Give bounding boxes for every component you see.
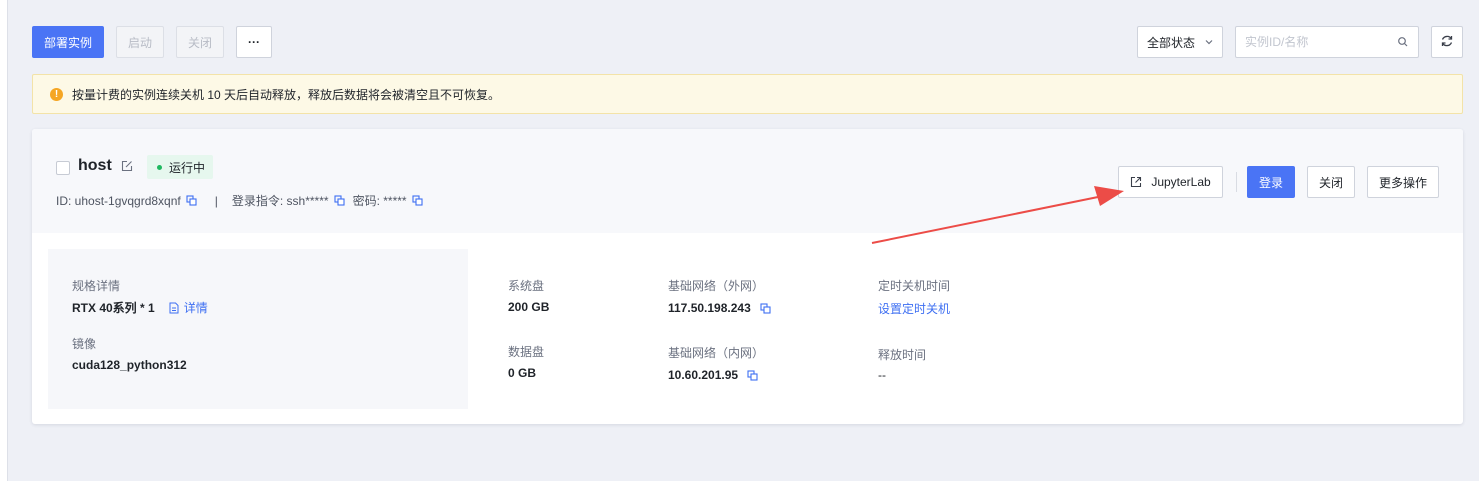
copy-icon[interactable] [186, 195, 197, 206]
external-link-icon [1131, 176, 1142, 188]
toolbar: 部署实例 启动 关闭 ··· 全部状态 [32, 26, 1463, 58]
scheduled-shutdown-label: 定时关机时间 [878, 279, 951, 293]
spec-label: 规格详情 [72, 279, 121, 293]
public-ip-text: 117.50.198.243 [668, 301, 751, 315]
spec-detail-link[interactable]: 详情 [169, 299, 208, 316]
public-network-label: 基础网络（外网） [668, 279, 765, 293]
warning-icon: ! [50, 87, 63, 101]
meta-separator: | [214, 193, 218, 208]
spec-value: RTX 40系列 * 1 详情 [72, 299, 208, 316]
private-network-label: 基础网络（内网） [668, 346, 765, 360]
instance-card-header: host 运行中 ID: uhost-1gvqgrd8xqnf | 登录指令: … [32, 129, 1463, 233]
document-icon [169, 302, 179, 313]
more-operations-button[interactable]: 更多操作 [1367, 166, 1439, 198]
detail-link-text: 详情 [183, 301, 208, 315]
copy-icon[interactable] [747, 369, 758, 381]
release-time-value: -- [878, 368, 886, 382]
deploy-instance-button[interactable]: 部署实例 [32, 26, 104, 58]
notice-text: 按量计费的实例连续关机 10 天后自动释放，释放后数据将会被清空且不可恢复。 [72, 87, 501, 102]
image-value: cuda128_python312 [72, 358, 187, 372]
copy-icon[interactable] [412, 195, 423, 206]
image-label: 镜像 [72, 337, 97, 351]
status-text: 运行中 [169, 160, 206, 175]
password: 密码: ***** [352, 194, 407, 208]
copy-icon[interactable] [334, 195, 345, 206]
status-filter-select[interactable]: 全部状态 [1137, 26, 1223, 58]
system-disk-label: 系统盘 [508, 279, 545, 293]
notice-banner: ! 按量计费的实例连续关机 10 天后自动释放，释放后数据将会被清空且不可恢复。 [32, 74, 1463, 114]
instance-card: host 运行中 ID: uhost-1gvqgrd8xqnf | 登录指令: … [32, 129, 1463, 424]
search-input[interactable] [1236, 27, 1386, 57]
instance-meta: ID: uhost-1gvqgrd8xqnf | 登录指令: ssh***** … [56, 192, 431, 209]
data-disk-label: 数据盘 [508, 345, 545, 359]
search-icon[interactable] [1397, 36, 1409, 51]
running-dot-icon [157, 164, 162, 170]
jupyterlab-button[interactable]: JupyterLab [1118, 166, 1223, 198]
action-divider [1236, 172, 1237, 192]
edit-icon[interactable] [121, 160, 133, 175]
jupyterlab-label: JupyterLab [1151, 175, 1211, 189]
data-disk-value: 0 GB [508, 366, 537, 380]
private-ip: 10.60.201.95 [668, 368, 758, 382]
left-sidebar-edge [0, 0, 8, 481]
login-button[interactable]: 登录 [1247, 166, 1295, 198]
release-time-label: 释放时间 [878, 348, 927, 362]
status-filter-value: 全部状态 [1147, 35, 1196, 50]
copy-icon[interactable] [760, 302, 771, 314]
shutdown-button[interactable]: 关闭 [176, 26, 224, 58]
start-button[interactable]: 启动 [116, 26, 164, 58]
refresh-icon [1440, 34, 1454, 51]
refresh-button[interactable] [1431, 26, 1463, 58]
instance-name: host [78, 157, 112, 174]
close-button[interactable]: 关闭 [1307, 166, 1355, 198]
spec-value-text: RTX 40系列 * 1 [72, 301, 155, 315]
spec-panel: 规格详情 RTX 40系列 * 1 详情 镜像 cuda128_python31… [48, 249, 468, 409]
instance-id: ID: uhost-1gvqgrd8xqnf [56, 193, 181, 208]
chevron-down-icon [1204, 36, 1214, 50]
more-actions-button[interactable]: ··· [236, 26, 272, 58]
private-ip-text: 10.60.201.95 [668, 368, 739, 382]
system-disk-value: 200 GB [508, 300, 550, 314]
instance-checkbox[interactable] [56, 161, 70, 175]
login-command: 登录指令: ssh***** [231, 194, 329, 208]
status-badge: 运行中 [147, 155, 214, 179]
public-ip: 117.50.198.243 [668, 301, 771, 315]
set-scheduled-shutdown-link[interactable]: 设置定时关机 [878, 300, 950, 317]
search-box [1235, 26, 1419, 58]
